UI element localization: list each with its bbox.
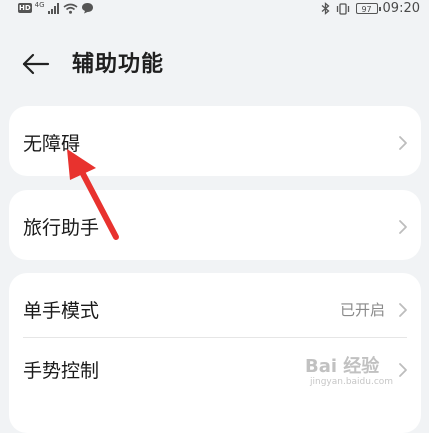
settings-card-travel: 旅行助手 (9, 190, 421, 260)
message-icon (81, 3, 93, 14)
bluetooth-icon (321, 2, 330, 15)
signal-icon (47, 2, 59, 14)
status-bar-left: HD 4G (18, 2, 94, 14)
one-hand-mode-row[interactable]: 单手模式 已开启 (9, 278, 421, 338)
accessibility-row[interactable]: 无障碍 (9, 111, 421, 171)
travel-assistant-row[interactable]: 旅行助手 (9, 195, 421, 255)
status-time: 09:20 (382, 1, 420, 16)
app-header: 辅助功能 (0, 40, 429, 86)
chevron-right-icon (399, 136, 407, 150)
chevron-right-icon (399, 303, 407, 317)
watermark-url: jingyan.baidu.com (310, 377, 394, 387)
page-title: 辅助功能 (72, 52, 165, 77)
settings-card-accessibility: 无障碍 (9, 106, 421, 176)
row-label: 无障碍 (23, 133, 81, 155)
wifi-icon (63, 3, 78, 14)
row-label: 旅行助手 (23, 217, 100, 239)
status-bar-right: 97 09:20 (321, 1, 420, 16)
vibrate-icon (336, 2, 349, 15)
watermark-logo: Bai 经验 (305, 356, 380, 377)
row-status: 已开启 (339, 301, 385, 319)
network-type: 4G (34, 1, 45, 9)
hd-badge: HD (18, 3, 32, 13)
battery-icon: 97 (355, 3, 381, 14)
back-arrow-icon[interactable] (18, 47, 52, 81)
row-label: 单手模式 (23, 300, 100, 322)
status-bar: HD 4G 97 09:20 (0, 0, 429, 20)
chevron-right-icon (399, 363, 407, 377)
row-label: 手势控制 (23, 360, 100, 382)
chevron-right-icon (399, 220, 407, 234)
